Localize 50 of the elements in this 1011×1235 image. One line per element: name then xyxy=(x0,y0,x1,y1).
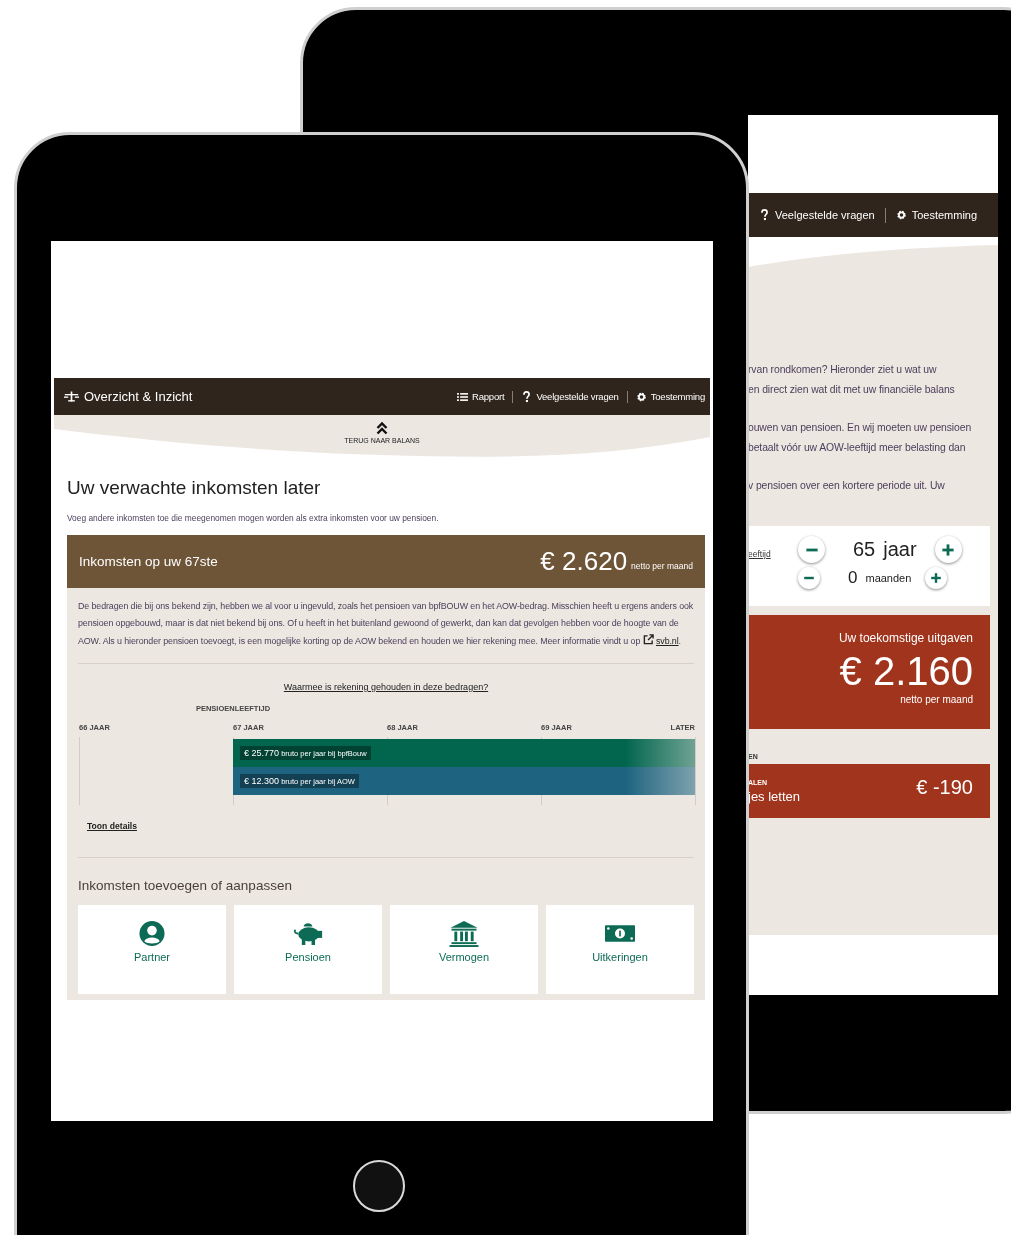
nav-link[interactable]: Veelgestelde vragen xyxy=(521,390,619,403)
gear-icon xyxy=(635,390,647,403)
plus-icon xyxy=(941,542,956,557)
minus-button[interactable] xyxy=(798,567,820,589)
list-icon xyxy=(457,390,468,403)
stepper-value: 65 xyxy=(853,538,876,561)
option-card[interactable]: Vermogen xyxy=(390,904,538,994)
body-text: en direct zien wat dit met uw financiële balans xyxy=(748,383,956,397)
body-text: rvan rondkomen? Hieronder ziet u wat uw xyxy=(748,363,938,377)
nav-link[interactable]: Rapport xyxy=(457,390,505,403)
nav-link[interactable]: Toestemming xyxy=(635,390,705,403)
option-card[interactable]: Uitkeringen xyxy=(546,904,694,994)
expenses-amount: € 2.160 xyxy=(839,648,973,694)
question-icon xyxy=(521,390,533,403)
double-chevron-up-icon xyxy=(376,421,388,435)
plus-button[interactable] xyxy=(925,567,948,589)
svb-link[interactable]: svb.nl xyxy=(642,635,679,646)
info-text: De bedragen die bij ons bekend zijn, hebben we al voor u ingevuld, zoals het pensioen van bpfBOUW en het AOW-bedrag. Misschien heeft u ergens anders ook pensioen opgebouwd, maar is dat niet bekend bij ons. Of u heeft in het buitenland gewoond of gewerkt, dan kan dat gevolgen hebben voor de hoogte van de AOW. Als u hieronder pensioen toevoegt, is een mogelijke korting op de AOW bekend en houden we hier rekening mee. Meer informatie vindt u op svb.nl. xyxy=(78,600,694,648)
external-link-icon xyxy=(642,633,654,645)
expenses-title: Uw toekomstige uitgaven xyxy=(838,631,973,645)
gear-icon xyxy=(895,209,907,221)
income-amount: € 2.620 xyxy=(540,546,628,577)
page-title: Uw verwachte inkomsten later xyxy=(67,477,322,499)
stepper-unit: jaar xyxy=(883,538,917,561)
question-icon xyxy=(759,209,770,221)
income-title: Inkomsten op uw 67ste xyxy=(79,554,219,569)
income-unit: netto per maand xyxy=(631,561,693,571)
section-title: Inkomsten toevoegen of aanpassen xyxy=(78,877,293,893)
bank-icon xyxy=(449,919,479,947)
result-amount: € -190 xyxy=(916,775,973,799)
scales-icon xyxy=(64,391,79,402)
explain-link[interactable]: Waarmee is rekening gehouden in deze bedragen? xyxy=(78,681,694,692)
stepper-value: 0 xyxy=(848,568,858,588)
plus-icon xyxy=(930,572,943,584)
expenses-unit: netto per maand xyxy=(900,694,973,705)
intro-text: Voeg andere inkomsten toe die meegenomen mogen worden als extra inkomsten voor uw pensioen. xyxy=(67,513,440,523)
person-icon xyxy=(137,919,167,947)
body-text: betaalt vóór uw AOW-leeftijd meer belasting dan xyxy=(748,441,967,455)
result-text: jes letten xyxy=(748,788,801,804)
plus-button[interactable] xyxy=(934,536,962,563)
stepper-unit: maanden xyxy=(865,572,912,584)
minus-button[interactable] xyxy=(798,536,825,563)
age-link[interactable]: eeftijd xyxy=(748,549,798,559)
details-link[interactable]: Toon details xyxy=(87,820,694,831)
option-card[interactable]: Partner xyxy=(78,904,226,994)
body-text: ouwen van pensioen. En wij moeten uw pensioen xyxy=(748,421,973,435)
brand-link[interactable]: Overzicht & Inzicht xyxy=(64,389,193,404)
nav-link[interactable]: Toestemming xyxy=(895,209,978,221)
nav-link[interactable]: Veelgestelde vragen xyxy=(759,209,875,221)
option-card[interactable]: Pensioen xyxy=(234,904,382,994)
